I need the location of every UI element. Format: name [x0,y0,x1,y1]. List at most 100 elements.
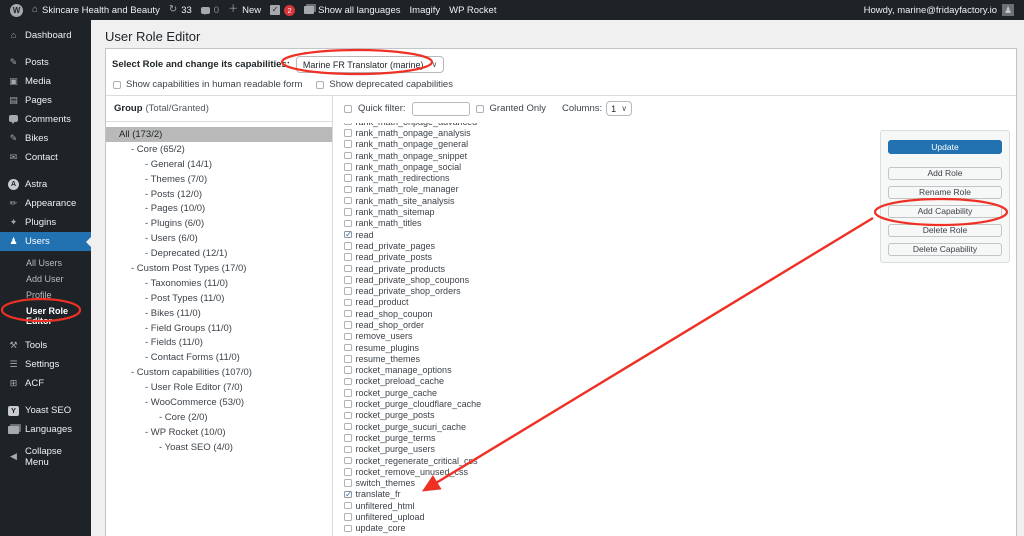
sidebar-item[interactable]: Comments [0,110,91,129]
filter-checkbox[interactable] [344,104,352,113]
capability-row[interactable]: rocket_remove_unused_css [344,466,674,477]
sidebar-item[interactable]: ✏ Appearance [0,194,91,213]
group-tree-row[interactable]: - Posts (12/0) [106,187,332,202]
group-tree-row[interactable]: - Core (65/2) [106,142,332,157]
show-all-languages-link[interactable]: Show all languages [304,5,401,16]
sidebar-item[interactable]: ♟ Users [0,232,91,251]
capability-row[interactable]: remove_users [344,331,674,342]
capability-row[interactable]: rocket_purge_users [344,444,674,455]
capability-checkbox[interactable] [344,123,352,126]
capability-row[interactable]: rocket_regenerate_critical_css [344,455,674,466]
group-tree-row[interactable]: - WP Rocket (10/0) [106,425,332,440]
group-tree-row[interactable]: - Post Types (11/0) [106,291,332,306]
capability-row[interactable]: rocket_preload_cache [344,376,674,387]
site-name-link[interactable]: ⌂ Skincare Health and Beauty [32,5,160,16]
capability-checkbox[interactable] [344,422,352,431]
capability-row[interactable]: read [344,229,674,240]
submenu-item[interactable]: Profile [0,287,91,303]
role-select[interactable]: Marine FR Translator (marine) ∨ [295,56,445,73]
capability-row[interactable]: rank_math_onpage_analysis [344,127,674,138]
capability-row[interactable]: rocket_purge_cache [344,387,674,398]
capability-checkbox[interactable] [344,174,352,182]
submenu-item[interactable]: Add User [0,271,91,287]
sidebar-item[interactable]: ◀ Collapse Menu [0,446,91,468]
group-tree-row[interactable]: - Taxonomies (11/0) [106,276,332,291]
capability-row[interactable]: read_private_shop_orders [344,285,674,296]
group-tree-row[interactable]: - Plugins (6/0) [106,216,332,231]
sidebar-item[interactable]: Y Yoast SEO [0,401,91,420]
sidebar-item[interactable]: ⌂ Dashboard [0,26,91,45]
capability-row[interactable]: read_product [344,297,674,308]
update-button[interactable]: Update [888,140,1002,154]
sidebar-item[interactable]: ✦ Plugins [0,213,91,232]
imagify-link[interactable]: Imagify [410,5,441,16]
capability-row[interactable]: rank_math_redirections [344,172,674,183]
group-tree-row[interactable]: All (173/2) [106,127,332,142]
capability-row[interactable]: rank_math_onpage_general [344,139,674,150]
capability-row[interactable]: update_core [344,523,674,534]
capability-row[interactable]: rank_math_onpage_snippet [344,150,674,161]
group-tree-row[interactable]: - Pages (10/0) [106,201,332,216]
capability-checkbox[interactable] [344,501,352,510]
capability-row[interactable]: translate_fr [344,489,674,500]
capability-checkbox[interactable] [344,489,352,500]
capability-checkbox[interactable] [344,343,352,352]
capability-checkbox[interactable] [344,129,352,137]
wp-rocket-link[interactable]: WP Rocket [449,5,496,16]
capability-row[interactable]: resume_plugins [344,342,674,353]
capability-row[interactable]: read_private_shop_coupons [344,274,674,285]
wordpress-logo-icon[interactable]: W [10,3,23,17]
sidebar-item[interactable]: ✎ Bikes [0,129,91,148]
rename-role-button[interactable]: Rename Role [888,186,1002,199]
capability-checkbox[interactable] [344,140,352,148]
group-tree-row[interactable]: - Core (2/0) [106,410,332,425]
updates-link[interactable]: ↻ 33 [169,5,192,16]
capability-row[interactable]: resume_themes [344,353,674,364]
sidebar-item[interactable]: Languages [0,420,91,439]
group-tree-row[interactable]: - Custom Post Types (17/0) [106,261,332,276]
capability-checkbox[interactable] [344,434,352,442]
capability-row[interactable]: rocket_purge_sucuri_cache [344,421,674,432]
capability-checkbox[interactable] [344,377,352,386]
capability-row[interactable]: unfiltered_html [344,500,674,511]
capability-row[interactable]: rank_math_role_manager [344,184,674,195]
capability-row[interactable]: rocket_manage_options [344,365,674,376]
columns-select[interactable]: 1 ∨ [606,101,633,116]
sidebar-item[interactable]: A Astra [0,175,91,194]
capability-checkbox[interactable] [344,456,352,465]
add-role-button[interactable]: Add Role [888,167,1002,180]
group-tree-row[interactable]: - WooCommerce (53/0) [106,395,332,410]
capability-row[interactable]: unfiltered_upload [344,511,674,522]
deprecated-checkbox[interactable] [316,80,325,89]
capability-checkbox[interactable] [344,321,352,329]
new-content-link[interactable]: ＋ New [228,5,261,16]
group-tree-row[interactable]: - Themes (7/0) [106,172,332,187]
capability-checkbox[interactable] [344,219,352,228]
group-tree-row[interactable]: - Contact Forms (11/0) [106,350,332,365]
capability-row[interactable]: rank_math_site_analysis [344,195,674,206]
capability-checkbox[interactable] [344,185,352,194]
add-capability-button[interactable]: Add Capability [888,205,1002,218]
capability-checkbox[interactable] [344,355,352,363]
capability-checkbox[interactable] [344,287,352,295]
capability-checkbox[interactable] [344,468,352,476]
capability-row[interactable]: read_private_posts [344,252,674,263]
group-tree-row[interactable]: - Deprecated (12/1) [106,246,332,261]
capability-row[interactable]: rocket_purge_cloudflare_cache [344,398,674,409]
sidebar-item[interactable]: ▤ Pages [0,91,91,110]
group-tree-row[interactable]: - General (14/1) [106,157,332,172]
capability-checkbox[interactable] [344,196,352,205]
capability-checkbox[interactable] [344,151,352,160]
capability-checkbox[interactable] [344,309,352,318]
capability-row[interactable]: rank_math_sitemap [344,206,674,217]
capability-row[interactable]: rocket_purge_posts [344,410,674,421]
quick-filter-input[interactable] [411,101,470,116]
capability-checkbox[interactable] [344,264,352,273]
capability-checkbox[interactable] [344,513,352,521]
group-tree-row[interactable]: - Custom capabilities (107/0) [106,365,332,380]
submenu-item[interactable]: User Role Editor [0,303,91,329]
human-readable-checkbox[interactable] [113,80,121,89]
capability-row[interactable]: read_shop_coupon [344,308,674,319]
group-tree-row[interactable]: - Field Groups (11/0) [106,321,332,336]
submenu-item[interactable]: All Users [0,255,91,271]
